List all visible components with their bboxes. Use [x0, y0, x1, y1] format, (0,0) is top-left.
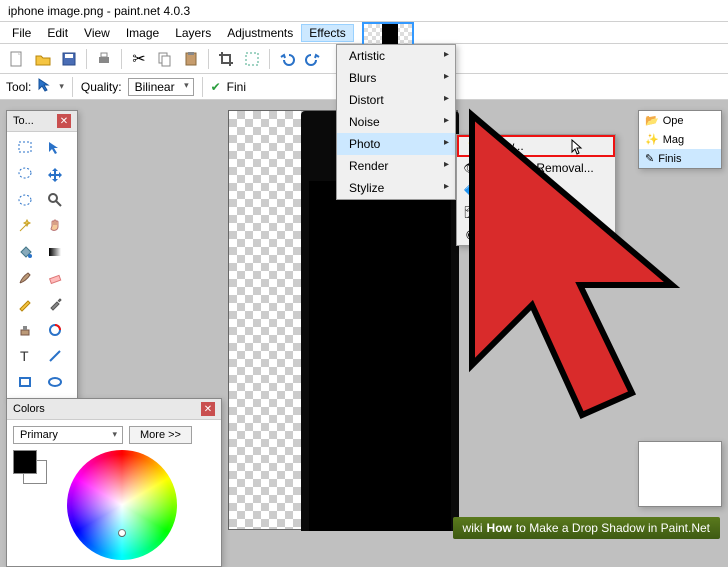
line-tool[interactable]: [41, 344, 69, 368]
menu-effects[interactable]: Effects: [301, 24, 353, 42]
cut-button[interactable]: ✂: [128, 48, 150, 70]
tool-label: Tool:: [6, 80, 31, 94]
history-panel: 📂Ope ✨Mag ✎Finis: [638, 110, 722, 169]
colors-panel: Colors ✕ Primary More >>: [6, 398, 222, 567]
finish-check-icon[interactable]: ✔: [211, 80, 221, 94]
check-icon: ✎: [645, 152, 654, 165]
submenu-sharpen[interactable]: 🔷 Sharpen...: [457, 179, 615, 201]
more-button[interactable]: More >>: [129, 426, 192, 444]
submenu-glow[interactable]: 💡 Glow...: [457, 135, 615, 157]
menu-image[interactable]: Image: [118, 24, 167, 42]
new-button[interactable]: [6, 48, 28, 70]
effects-dropdown: Artistic Blurs Distort Noise Photo Rende…: [336, 44, 456, 200]
soften-icon: 🌫: [463, 205, 479, 219]
open-button[interactable]: [32, 48, 54, 70]
history-item[interactable]: ✎Finis: [639, 149, 721, 168]
lasso-tool[interactable]: [11, 162, 39, 186]
fill-tool[interactable]: [11, 240, 39, 264]
submenu-vignette[interactable]: ◉ Vignette...: [457, 223, 615, 245]
window-titlebar: iphone image.png - paint.net 4.0.3: [0, 0, 728, 22]
tools-panel-title: To...: [13, 115, 34, 127]
clone-tool[interactable]: [11, 318, 39, 342]
effects-render[interactable]: Render: [337, 155, 455, 177]
close-icon[interactable]: ✕: [57, 114, 71, 128]
folder-icon: 📂: [645, 114, 659, 127]
pan-tool[interactable]: [41, 214, 69, 238]
zoom-tool[interactable]: [41, 188, 69, 212]
menu-adjustments[interactable]: Adjustments: [219, 24, 301, 42]
redo-button[interactable]: [302, 48, 324, 70]
menu-file[interactable]: File: [4, 24, 39, 42]
submenu-soften[interactable]: 🌫 Soften Portrait...: [457, 201, 615, 223]
wikihow-banner: wikiHow to Make a Drop Shadow in Paint.N…: [453, 517, 720, 539]
rect-select-tool[interactable]: [11, 136, 39, 160]
save-button[interactable]: [58, 48, 80, 70]
eraser-tool[interactable]: [41, 266, 69, 290]
print-button[interactable]: [93, 48, 115, 70]
menu-layers[interactable]: Layers: [167, 24, 219, 42]
crop-button[interactable]: [215, 48, 237, 70]
effects-stylize[interactable]: Stylize: [337, 177, 455, 199]
photo-submenu: 💡 Glow... 👁 Red Eye Removal... 🔷 Sharpen…: [456, 134, 616, 246]
move-tool[interactable]: [41, 136, 69, 160]
recolor-tool[interactable]: [41, 318, 69, 342]
gradient-tool[interactable]: [41, 240, 69, 264]
submenu-redeye[interactable]: 👁 Red Eye Removal...: [457, 157, 615, 179]
brush-tool[interactable]: [11, 266, 39, 290]
wand-tool[interactable]: [11, 214, 39, 238]
effects-noise[interactable]: Noise: [337, 111, 455, 133]
color-wheel[interactable]: [67, 450, 177, 560]
undo-button[interactable]: [276, 48, 298, 70]
color-swatches[interactable]: [13, 450, 53, 484]
shape-tool[interactable]: [41, 370, 69, 394]
rect-tool[interactable]: [11, 370, 39, 394]
text-tool[interactable]: T: [11, 344, 39, 368]
quality-select[interactable]: Bilinear: [128, 78, 194, 96]
close-icon[interactable]: ✕: [201, 402, 215, 416]
eye-icon: 👁: [463, 161, 479, 175]
effects-photo[interactable]: Photo: [337, 133, 455, 155]
quality-label: Quality:: [81, 80, 122, 94]
pencil-tool[interactable]: [11, 292, 39, 316]
move-icon[interactable]: [37, 77, 53, 96]
copy-button[interactable]: [154, 48, 176, 70]
deselect-button[interactable]: [241, 48, 263, 70]
effects-distort[interactable]: Distort: [337, 89, 455, 111]
svg-text:T: T: [20, 348, 29, 364]
wand-icon: ✨: [645, 133, 659, 146]
effects-blurs[interactable]: Blurs: [337, 67, 455, 89]
paste-button[interactable]: [180, 48, 202, 70]
bulb-icon: 💡: [465, 139, 481, 153]
title-text: iphone image.png - paint.net 4.0.3: [8, 4, 190, 18]
tools-panel: To... ✕ T: [6, 110, 78, 399]
ellipse-select-tool[interactable]: [11, 188, 39, 212]
vignette-icon: ◉: [463, 227, 479, 241]
sharpen-icon: 🔷: [463, 183, 479, 197]
finish-label: Fini: [227, 80, 246, 94]
picker-tool[interactable]: [41, 292, 69, 316]
move-selection-tool[interactable]: [41, 162, 69, 186]
color-mode-select[interactable]: Primary: [13, 426, 123, 444]
history-item[interactable]: 📂Ope: [639, 111, 721, 130]
menu-edit[interactable]: Edit: [39, 24, 76, 42]
layers-panel[interactable]: [638, 441, 722, 507]
history-item[interactable]: ✨Mag: [639, 130, 721, 149]
menu-view[interactable]: View: [76, 24, 118, 42]
colors-panel-title: Colors: [13, 403, 45, 415]
effects-artistic[interactable]: Artistic: [337, 45, 455, 67]
